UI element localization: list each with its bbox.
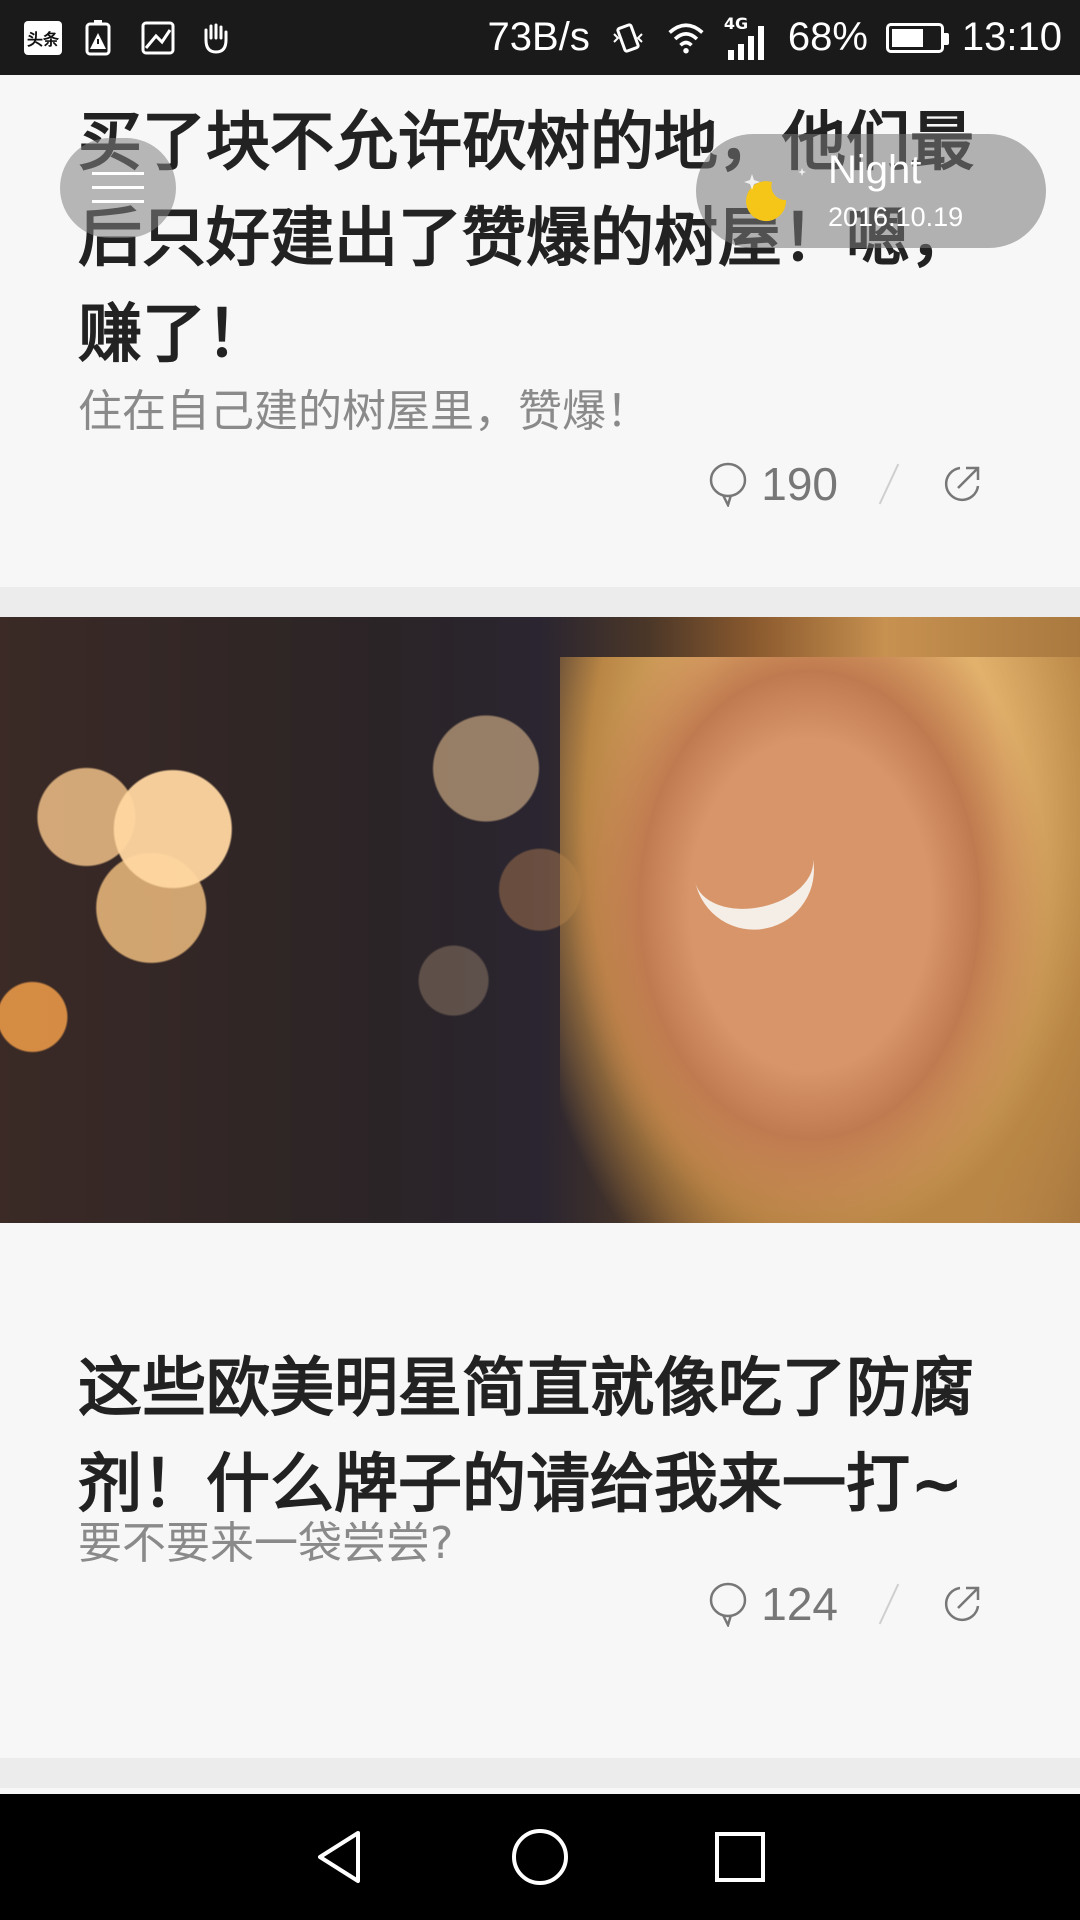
comment-button[interactable]: 124 (707, 1577, 838, 1631)
divider (878, 463, 900, 505)
image-icon (138, 18, 178, 58)
speech-bubble-icon (710, 1582, 747, 1627)
battery-icon (885, 22, 949, 53)
share-arrow-icon (944, 466, 980, 502)
night-mode-label: Night (828, 148, 922, 192)
battery-percent: 68% (787, 15, 868, 59)
home-circle-icon (512, 1829, 568, 1885)
menu-button[interactable] (60, 138, 176, 238)
share-button[interactable] (940, 462, 984, 506)
card-separator (0, 587, 1080, 617)
comment-count: 190 (761, 458, 838, 510)
comment-button[interactable]: 190 (707, 457, 838, 511)
article-title[interactable]: 这些欧美明星简直就像吃了防腐剂！什么牌子的请给我来一打~ (78, 1341, 1008, 1533)
toutiao-app-icon: 头条 (24, 20, 62, 55)
network-speed: 73B/s (487, 15, 590, 59)
article-meta: 190 (707, 457, 984, 511)
article-subtitle: 住在自己建的树屋里，赞爆！ (78, 386, 650, 437)
recents-button[interactable] (710, 1827, 770, 1887)
divider (878, 1583, 900, 1625)
share-arrow-icon (944, 1586, 980, 1622)
recents-square-icon (715, 1832, 765, 1882)
wifi-icon (666, 18, 706, 58)
article-card[interactable]: 这些欧美明星简直就像吃了防腐剂！什么牌子的请给我来一打~ 要不要来一袋尝尝? 1… (0, 617, 1080, 1758)
moon-icon (744, 168, 806, 222)
status-bar-right: 73B/s 4G 68% 13:10 (488, 14, 1062, 62)
share-button[interactable] (940, 1582, 984, 1626)
battery-level (891, 28, 924, 47)
signal-indicator: 4G (724, 14, 770, 62)
portrait-figure (560, 657, 1080, 1223)
vibrate-icon (608, 18, 648, 58)
hamburger-menu-icon (92, 172, 144, 203)
speech-bubble-icon (710, 462, 747, 507)
navigation-bar (0, 1794, 1080, 1920)
home-button[interactable] (510, 1827, 570, 1887)
article-subtitle: 要不要来一袋尝尝? (78, 1518, 454, 1569)
back-triangle-icon (318, 1831, 360, 1883)
card-separator (0, 1758, 1080, 1788)
hand-stop-icon (196, 18, 236, 58)
article-feed[interactable]: 买了块不允许砍树的地，他们最后只好建出了赞爆的树屋！嗯，赚了！ 住在自己建的树屋… (0, 75, 1080, 1794)
current-date: 2016.10.19 (828, 202, 964, 232)
article-cover-image[interactable] (0, 617, 1080, 1223)
status-bar: 头条 73B/s 4G 68% 13:10 (0, 0, 1080, 75)
battery-warning-icon (80, 18, 120, 58)
clock-time: 13:10 (961, 15, 1062, 59)
status-bar-left: 头条 (24, 18, 236, 58)
article-meta: 124 (707, 1577, 984, 1631)
comment-count: 124 (761, 1578, 838, 1630)
network-type: 4G (723, 13, 749, 33)
night-mode-toggle[interactable]: Night 2016.10.19 (696, 134, 1046, 248)
back-button[interactable] (310, 1827, 370, 1887)
